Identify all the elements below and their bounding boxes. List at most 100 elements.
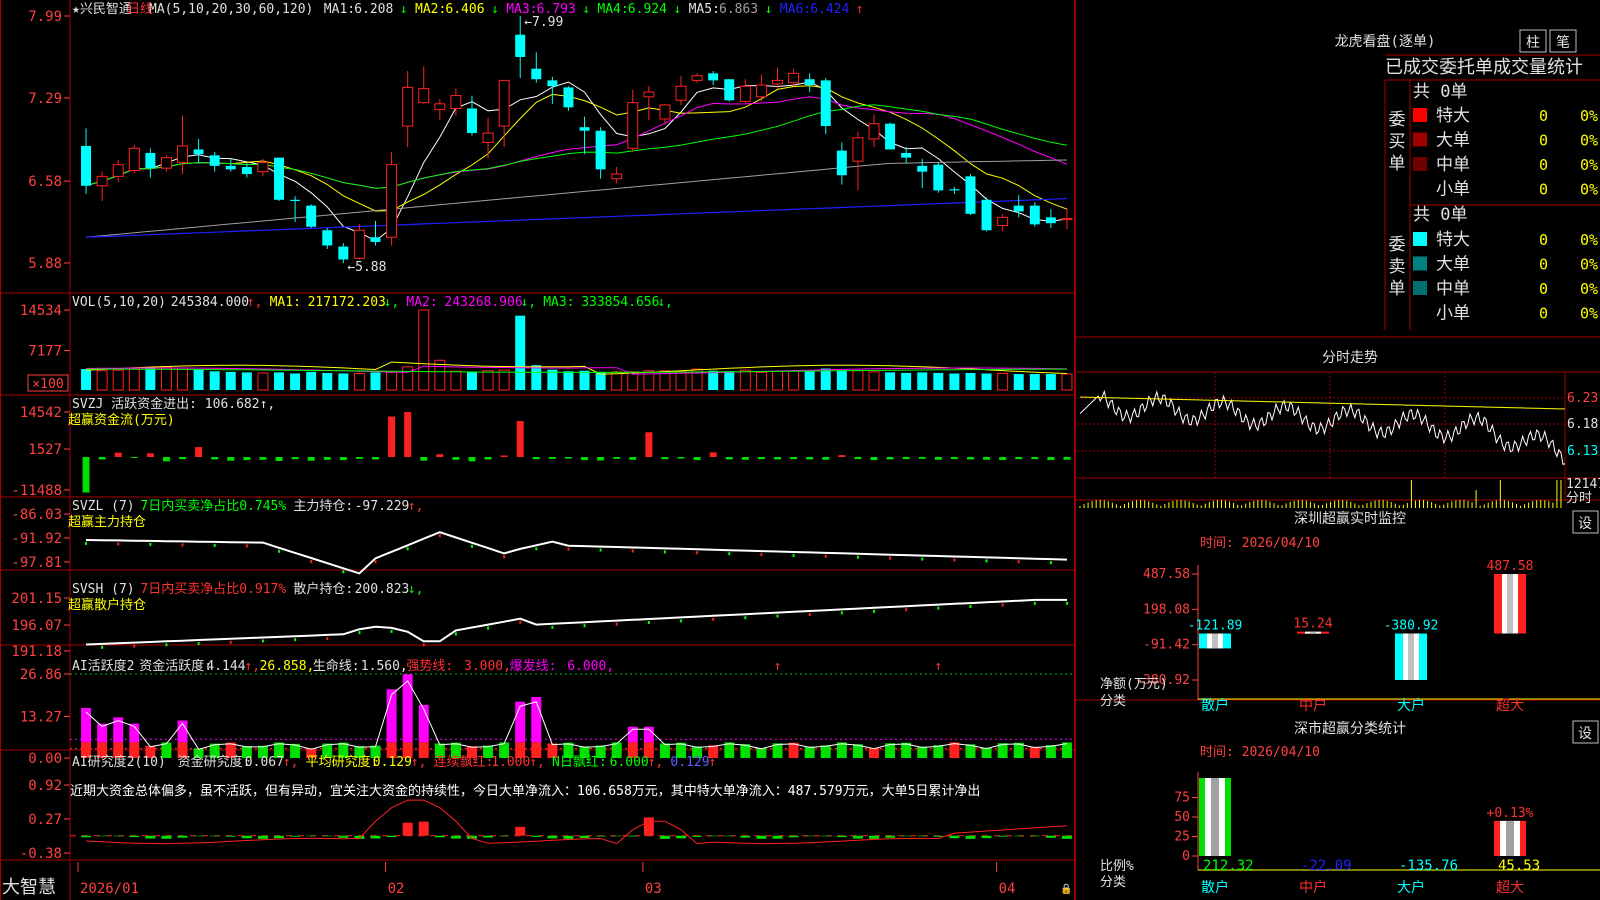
volume-bar-down (81, 369, 92, 390)
sell-row-pct: 0% (1580, 305, 1598, 323)
activity-bar (949, 742, 960, 758)
research-bar (418, 821, 429, 836)
monitor-category: 散户 (1201, 697, 1229, 714)
candle-body-up (434, 103, 446, 111)
candle-body-up (498, 79, 510, 127)
research-bar (257, 835, 268, 839)
buy-side-label: 单 (1389, 154, 1406, 174)
candle-body-down (241, 167, 252, 175)
ai-research-title-part: ↑ (708, 755, 716, 770)
class-title: 深市超赢分类统计 (1294, 720, 1406, 737)
monitor-y-tick: -91.42 (1143, 638, 1190, 653)
fund-flow-bar (436, 454, 444, 457)
svzj-y-tick-label: 1527 (28, 442, 62, 458)
tick-mark (1001, 603, 1004, 607)
volume-bar-down (933, 372, 944, 390)
tick-mark (599, 548, 602, 552)
volume-bar-up (611, 371, 623, 391)
vol-title-part: VOL(5,10,20) (72, 295, 166, 310)
intraday-vol-label: 分时 (1566, 491, 1592, 506)
ai-active-title-part: 爆发线: (510, 658, 557, 674)
tick-mark (760, 553, 763, 557)
research-bar (756, 835, 767, 839)
volume-bar-down (531, 365, 542, 390)
main-title-part: ↓ (491, 2, 499, 17)
candle-body-up (450, 95, 462, 109)
buy-row-pct: 0% (1580, 156, 1598, 174)
signal-arrow: ↑ (934, 659, 942, 674)
research-bar (885, 835, 896, 838)
volume-bar-down (917, 372, 928, 390)
tick-mark (406, 547, 409, 551)
brand-label: 大智慧 (2, 877, 56, 898)
research-bar (659, 835, 670, 839)
candle-body-up (691, 75, 703, 81)
tick-mark (1049, 561, 1052, 565)
monitor-y-tick: 198.08 (1143, 602, 1190, 617)
research-bar (209, 835, 220, 837)
monitor-category: 大户 (1397, 697, 1425, 714)
tick-mark (149, 542, 152, 546)
volume-bar-down (1029, 374, 1040, 390)
class-value: -22.09 (1301, 858, 1352, 874)
volume-bar-up (450, 370, 462, 391)
svsh-y-tick-label: 196.07 (11, 618, 62, 634)
candle-body-down (274, 157, 284, 200)
buy-row-name: 特大 (1436, 106, 1470, 126)
y-tick-label: 6.58 (28, 174, 62, 190)
tick-mark (294, 638, 297, 642)
tick-mark (438, 534, 441, 538)
intraday-y-tick: 6.18 (1567, 417, 1598, 432)
x-axis-label: 03 (645, 881, 662, 897)
candle-body-up (177, 145, 189, 163)
research-bar (113, 835, 124, 837)
ai-active-title-part: AI活跃度2 (72, 658, 134, 674)
tick-mark (165, 643, 168, 647)
research-bar (836, 835, 847, 838)
tick-mark (680, 619, 683, 623)
volume-bar-down (193, 369, 204, 390)
tick-mark (776, 614, 779, 618)
research-bar (772, 835, 783, 839)
sell-row-pct: 0% (1580, 231, 1598, 249)
buy-row-swatch (1413, 108, 1427, 122)
candle-body-down (145, 152, 156, 169)
class-bar-group (1199, 778, 1231, 856)
volume-bar-up (997, 372, 1009, 391)
svsh-title-part: 7日内买卖净占比0.917% (140, 581, 286, 597)
research-bar (225, 835, 236, 837)
volume-bar-up (739, 369, 751, 391)
activity-bar-pink (531, 697, 542, 743)
monitor-bar-group (1395, 633, 1427, 680)
activity-bar (1045, 745, 1056, 758)
candle-body-down (193, 149, 204, 155)
research-bar (1045, 835, 1056, 838)
vol-y-tick-label: 7177 (28, 343, 62, 359)
svsh-subtitle: 超赢散户持仓 (68, 597, 146, 613)
candle-body-up (675, 85, 687, 101)
research-bar (241, 835, 252, 839)
candle-body-down (370, 237, 381, 242)
tick-mark (840, 611, 843, 615)
svsh-y-tick-label: 201.15 (11, 591, 62, 607)
buy-row-count: 0 (1539, 132, 1548, 150)
svsh-title-part: ↓, (408, 582, 424, 597)
fund-flow-bar (468, 457, 476, 462)
monitor-bar-value: 15.24 (1293, 617, 1332, 632)
fund-flow-bar (838, 455, 846, 457)
fund-flow-bar (195, 447, 203, 457)
research-bar (450, 835, 461, 839)
fund-flow-bar (725, 457, 733, 460)
tick-mark (1017, 560, 1020, 564)
sell-row-name: 特大 (1436, 230, 1470, 250)
signal-arrow: ↑ (774, 659, 782, 674)
vol-title-part: 243268.906 (444, 295, 522, 310)
tick-mark (551, 625, 554, 629)
tick-mark (728, 552, 731, 556)
tick-mark (181, 543, 184, 547)
tick-mark (342, 570, 345, 574)
candle-body-up (788, 72, 800, 84)
volume-bar-up (112, 369, 124, 391)
vol-title-part: MA2: (406, 295, 437, 310)
svzl-title-part: ↑, (408, 499, 424, 514)
